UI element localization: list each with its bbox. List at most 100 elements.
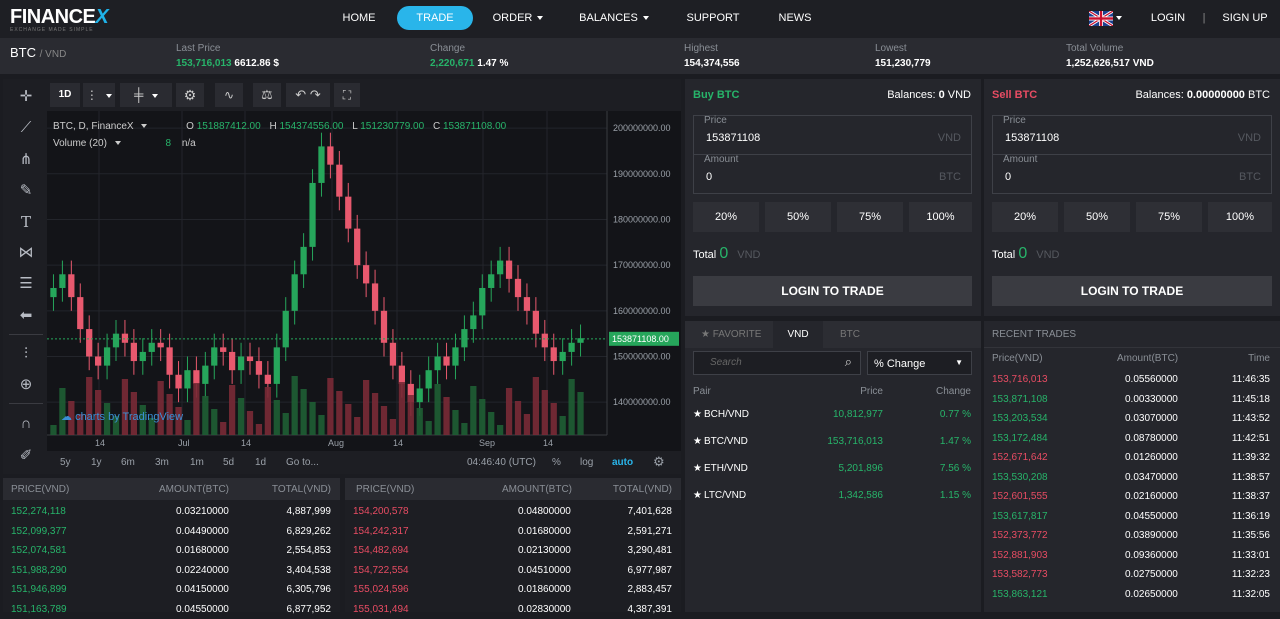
tradingview-watermark[interactable]: ☁ charts by TradingView bbox=[61, 410, 183, 423]
sell-pct-20-button[interactable]: 20% bbox=[992, 202, 1058, 232]
table-row[interactable]: 151,946,899 0.04150000 6,305,796 bbox=[3, 580, 340, 599]
pitchfork-icon[interactable]: ⋔ bbox=[15, 149, 37, 171]
search-icon[interactable]: ⌕ bbox=[845, 354, 852, 370]
tab-btc[interactable]: BTC bbox=[840, 329, 860, 340]
text-tool-icon[interactable]: T bbox=[15, 211, 37, 233]
sell-pct-100-button[interactable]: 100% bbox=[1208, 202, 1272, 232]
goto-date[interactable]: Go to... bbox=[286, 457, 319, 468]
lock-icon[interactable]: ✐ bbox=[15, 445, 37, 467]
sell-pct-75-button[interactable]: 75% bbox=[1136, 202, 1202, 232]
order-price: 154,482,694 bbox=[353, 545, 409, 556]
table-row[interactable]: 152,099,377 0.04490000 6,829,262 bbox=[3, 522, 340, 541]
range-5y[interactable]: 5y bbox=[60, 457, 71, 468]
nav-trade[interactable]: TRADE bbox=[397, 6, 473, 30]
ohlc-open-label: O bbox=[186, 121, 194, 132]
indicators-icon[interactable]: ∿ bbox=[215, 83, 243, 107]
trend-line-icon[interactable]: ⟋ bbox=[15, 117, 37, 139]
sell-login-button[interactable]: LOGIN TO TRADE bbox=[992, 276, 1272, 306]
nav-balances[interactable]: BALANCES bbox=[578, 6, 650, 30]
range-1d[interactable]: 1d bbox=[255, 457, 266, 468]
range-3m[interactable]: 3m bbox=[155, 457, 169, 468]
candle-body bbox=[309, 182, 316, 247]
buy-price-field[interactable]: Price 153871108 VND bbox=[693, 115, 972, 155]
magnet-icon[interactable]: ∩ bbox=[15, 413, 37, 435]
auto-scale-toggle[interactable]: auto bbox=[612, 457, 633, 468]
sell-pct-50-button[interactable]: 50% bbox=[1064, 202, 1130, 232]
range-1y[interactable]: 1y bbox=[91, 457, 102, 468]
sell-amount-input[interactable]: 0 bbox=[1005, 171, 1011, 183]
market-row[interactable]: ★ BCH/VND 10,812,977 0.77 % bbox=[685, 405, 981, 427]
fib-icon[interactable]: ☰ bbox=[15, 273, 37, 295]
table-row[interactable]: 154,722,554 0.04510000 6,977,987 bbox=[345, 561, 681, 580]
log-scale-toggle[interactable]: log bbox=[580, 457, 593, 468]
undo-icon[interactable]: ↶ bbox=[295, 87, 306, 102]
interval-dropdown[interactable]: ⋮ bbox=[83, 83, 115, 107]
table-row[interactable]: 154,200,578 0.04800000 7,401,628 bbox=[345, 502, 681, 521]
market-search-input[interactable]: Search ⌕ bbox=[693, 351, 861, 375]
market-row[interactable]: ★ ETH/VND 5,201,896 7.56 % bbox=[685, 459, 981, 481]
sell-amount-field[interactable]: Amount 0 BTC bbox=[992, 154, 1272, 194]
compare-icon[interactable]: ⚖ bbox=[253, 83, 281, 107]
zoom-in-icon[interactable]: ⊕ bbox=[15, 374, 37, 396]
chart-settings-icon[interactable]: ⚙ bbox=[653, 454, 665, 470]
volume-indicator-label[interactable]: Volume (20) bbox=[53, 138, 107, 149]
table-row[interactable]: 151,163,789 0.04550000 6,877,952 bbox=[3, 600, 340, 619]
buy-pct-100-button[interactable]: 100% bbox=[909, 202, 972, 232]
range-6m[interactable]: 6m bbox=[121, 457, 135, 468]
buy-amount-field[interactable]: Amount 0 BTC bbox=[693, 154, 972, 194]
chart-canvas[interactable]: 200000000.00 190000000.00 180000000.00 1700… bbox=[47, 111, 681, 451]
star-icon[interactable]: ★ bbox=[693, 490, 702, 501]
login-link[interactable]: LOGIN bbox=[1148, 6, 1188, 30]
table-row[interactable]: 152,274,118 0.03210000 4,887,999 bbox=[3, 502, 340, 521]
nav-home[interactable]: HOME bbox=[332, 6, 386, 30]
pattern-icon[interactable]: ⋈ bbox=[15, 242, 37, 264]
buy-pct-50-button[interactable]: 50% bbox=[765, 202, 831, 232]
range-5d[interactable]: 5d bbox=[223, 457, 234, 468]
tab-favorite[interactable]: ★ FAVORITE bbox=[701, 329, 761, 340]
buy-login-button[interactable]: LOGIN TO TRADE bbox=[693, 276, 972, 306]
table-row[interactable]: 154,242,317 0.01680000 2,591,271 bbox=[345, 522, 681, 541]
star-icon[interactable]: ★ bbox=[693, 436, 702, 447]
interval-selector[interactable]: 1D bbox=[50, 83, 80, 107]
volume-indicator-na: n/a bbox=[181, 138, 196, 149]
market-row[interactable]: ★ BTC/VND 153,716,013 1.47 % bbox=[685, 432, 981, 454]
star-icon[interactable]: ★ bbox=[693, 409, 702, 420]
table-row[interactable]: 152,074,581 0.01680000 2,554,853 bbox=[3, 541, 340, 560]
brush-icon[interactable]: ✎ bbox=[15, 180, 37, 202]
table-row[interactable]: 154,482,694 0.02130000 3,290,481 bbox=[345, 541, 681, 560]
nav-news[interactable]: NEWS bbox=[775, 6, 815, 30]
sort-select[interactable]: % Change ▼ bbox=[867, 351, 972, 375]
measure-icon[interactable]: ⫶ bbox=[15, 343, 37, 365]
percent-scale-toggle[interactable]: % bbox=[552, 457, 561, 468]
star-icon[interactable]: ★ bbox=[693, 463, 702, 474]
crosshair-icon[interactable]: ✛ bbox=[15, 86, 37, 108]
uk-flag-icon[interactable] bbox=[1089, 11, 1113, 26]
symbol-label[interactable]: BTC, D, FinanceX bbox=[53, 121, 134, 132]
sell-price-field[interactable]: Price 153871108 VND bbox=[992, 115, 1272, 155]
buy-pct-75-button[interactable]: 75% bbox=[837, 202, 903, 232]
chart-type-button[interactable]: ╪ bbox=[120, 83, 172, 107]
trade-time: 11:42:51 bbox=[1231, 432, 1270, 444]
back-arrow-icon[interactable]: ⬅ bbox=[15, 305, 37, 327]
settings-icon[interactable]: ⚙ bbox=[176, 83, 204, 107]
market-row[interactable]: ★ LTC/VND 1,342,586 1.15 % bbox=[685, 486, 981, 508]
language-chevron-icon[interactable] bbox=[1116, 16, 1122, 20]
candle-body bbox=[559, 351, 566, 362]
logo[interactable]: FINANCEX bbox=[10, 6, 109, 29]
buy-pct-20-button[interactable]: 20% bbox=[693, 202, 759, 232]
signup-link[interactable]: SIGN UP bbox=[1220, 6, 1270, 30]
fullscreen-icon[interactable]: ⛶ bbox=[334, 83, 360, 107]
candle-body bbox=[300, 246, 307, 275]
trade-amount: 0.02650000 bbox=[1125, 588, 1178, 600]
range-1m[interactable]: 1m bbox=[190, 457, 204, 468]
table-row[interactable]: 151,988,290 0.02240000 3,404,538 bbox=[3, 561, 340, 580]
buy-amount-input[interactable]: 0 bbox=[706, 171, 712, 183]
buy-price-input[interactable]: 153871108 bbox=[706, 132, 760, 144]
table-row[interactable]: 155,031,494 0.02830000 4,387,391 bbox=[345, 600, 681, 619]
nav-order[interactable]: ORDER bbox=[488, 6, 548, 30]
redo-icon[interactable]: ↷ bbox=[310, 87, 321, 102]
table-row[interactable]: 155,024,596 0.01860000 2,883,457 bbox=[345, 580, 681, 599]
sell-price-input[interactable]: 153871108 bbox=[1005, 132, 1059, 144]
tab-vnd[interactable]: VND bbox=[773, 321, 823, 348]
nav-support[interactable]: SUPPORT bbox=[684, 6, 742, 30]
